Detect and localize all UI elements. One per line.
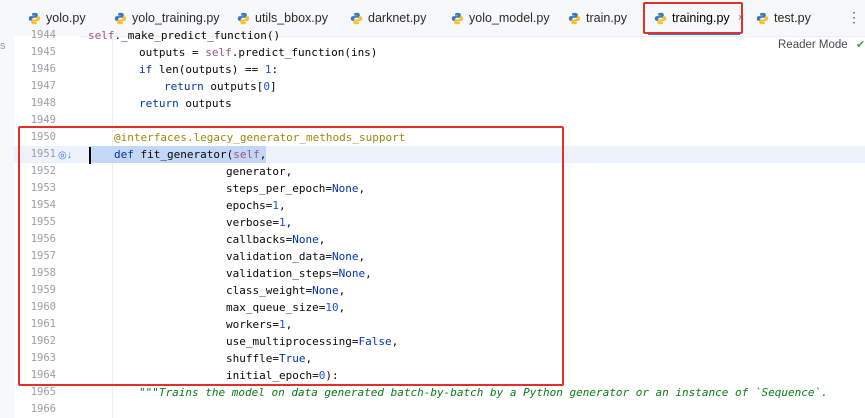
line-number: 1956 [30,233,56,245]
code-line: 1949 [14,112,865,129]
line-number: 1952 [30,165,56,177]
python-file-icon [568,12,581,24]
code-text: validation_data=None, [226,250,366,263]
code-text: use_multiprocessing=False, [226,335,399,348]
python-file-icon [28,12,41,24]
override-gutter-icon[interactable]: ◎↓ [58,150,72,161]
line-number: 1963 [30,352,56,364]
line-number: 1958 [30,267,56,279]
code-text: self._make_predict_function() [88,29,281,42]
code-line: 1956 callbacks=None, [14,231,865,248]
tab-label: yolo_model.py [469,11,550,25]
line-number: 1951 [30,148,56,160]
code-line: 1960 max_queue_size=10, [14,299,865,316]
more-tabs-icon[interactable]: ⋮ [847,9,861,26]
code-text: shuffle=True, [226,352,313,365]
code-line: 1962 use_multiprocessing=False, [14,333,865,350]
code-text: validation_steps=None, [226,267,372,280]
code-text: steps_per_epoch=None, [226,182,366,195]
line-number: 1954 [30,199,56,211]
line-number: 1944 [30,29,56,41]
line-number: 1946 [30,63,56,75]
line-number: 1960 [30,301,56,313]
code-line: 1957 validation_data=None, [14,248,865,265]
code-text: """Trains the model on data generated ba… [139,386,828,399]
code-line: 1954 epochs=1, [14,197,865,214]
code-line: 1950 @interfaces.legacy_generator_methods… [14,129,865,146]
line-number: 1953 [30,182,56,194]
python-file-icon [114,12,127,24]
tab-label: test.py [774,11,811,25]
reader-mode-button[interactable]: Reader Mode [778,39,848,51]
line-number: 1945 [30,46,56,58]
tab-label: yolo_training.py [132,11,220,25]
code-text: @interfaces.legacy_generator_methods_sup… [114,131,406,144]
check-icon[interactable]: ✔ [856,38,865,51]
tab-label: yolo.py [46,11,86,25]
code-text: max_queue_size=10, [226,301,346,314]
line-number: 1948 [30,97,56,109]
code-text: epochs=1, [226,199,286,212]
code-line-current: 1951 def fit_generator(self, [14,146,865,163]
tab-label: darknet.py [368,11,427,25]
code-text: return outputs[0] [164,80,277,93]
code-line: 1946 if len(outputs) == 1: [14,61,865,78]
left-tool-strip: s [0,0,15,418]
line-number: 1962 [30,335,56,347]
text-caret [89,147,91,164]
code-line: 1944 self._make_predict_function() [14,27,865,44]
line-number: 1950 [30,131,56,143]
line-number: 1965 [30,386,56,398]
python-file-icon [237,12,250,24]
line-number: 1966 [30,403,56,415]
code-text: callbacks=None, [226,233,326,246]
code-line: 1964 initial_epoch=0): [14,367,865,384]
code-line: 1958 validation_steps=None, [14,265,865,282]
code-line: 1959 class_weight=None, [14,282,865,299]
python-file-icon [350,12,363,24]
code-line: 1961 workers=1, [14,316,865,333]
python-file-icon [451,12,464,24]
code-text: outputs = self.predict_function(ins) [139,46,378,59]
code-line: 1953 steps_per_epoch=None, [14,180,865,197]
code-text: initial_epoch=0): [226,369,339,382]
code-line: 1966 [14,401,865,418]
code-line: 1947 return outputs[0] [14,78,865,95]
code-text: generator, [226,165,293,178]
line-number: 1949 [30,114,56,126]
left-strip-fragment: s [0,40,6,52]
code-line: 1955 verbose=1, [14,214,865,231]
python-file-icon [756,12,769,24]
line-number: 1964 [30,369,56,381]
code-text-selected: def fit_generator(self, [90,146,267,163]
tab-label: train.py [586,11,627,25]
code-line: 1945 outputs = self.predict_function(ins) [14,44,865,61]
code-text: return outputs [139,97,232,110]
line-number: 1957 [30,250,56,262]
code-line: 1965 """Trains the model on data generate… [14,384,865,401]
code-line: 1952 generator, [14,163,865,180]
line-number: 1961 [30,318,56,330]
line-number: 1959 [30,284,56,296]
line-number: 1955 [30,216,56,228]
code-editor[interactable]: 1944 self._make_predict_function() 1945 ou… [14,29,865,418]
tab-label: utils_bbox.py [255,11,328,25]
code-text: workers=1, [226,318,293,331]
code-text: verbose=1, [226,216,293,229]
code-text: class_weight=None, [226,284,346,297]
code-line: 1948 return outputs [14,95,865,112]
line-number: 1947 [30,80,56,92]
code-text: if len(outputs) == 1: [139,63,279,76]
code-line: 1963 shuffle=True, [14,350,865,367]
